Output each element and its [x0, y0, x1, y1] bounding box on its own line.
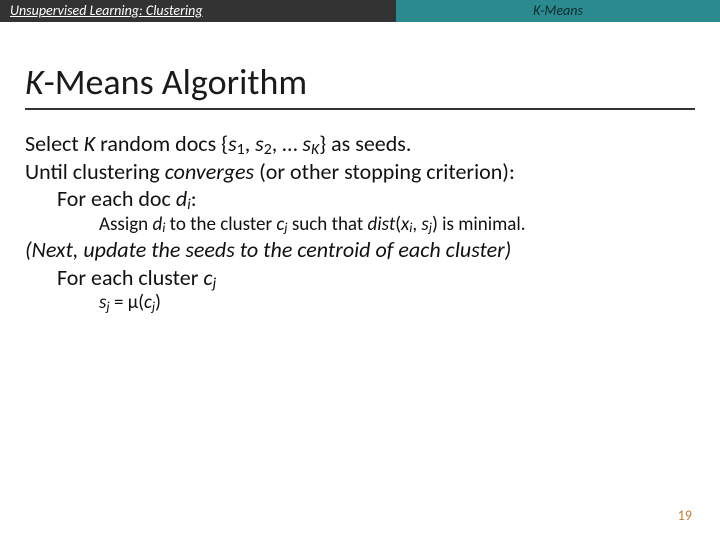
subscript: 1 [237, 140, 245, 159]
subscript-K: K [311, 140, 319, 159]
header-left: Unsupervised Learning: Clustering [0, 0, 396, 22]
subscript-i: i [187, 195, 191, 214]
header-bar: Unsupervised Learning: Clustering K-Mean… [0, 0, 720, 22]
var-s: s [228, 130, 237, 157]
slide-body: Select K random docs {s1, s2, … sK} as s… [25, 130, 695, 315]
text: to the cluster [165, 213, 276, 236]
subscript-i: i [409, 219, 412, 236]
title-italic-k: K [25, 60, 44, 104]
text: , … [272, 130, 303, 157]
header-right: K-Means [396, 0, 720, 22]
title-area: K-Means Algorithm [25, 60, 695, 110]
var-c: c [203, 264, 212, 291]
body-line-6: For each cluster cj [25, 264, 695, 292]
var-s: s [255, 130, 264, 157]
body-line-1: Select K random docs {s1, s2, … sK} as s… [25, 130, 695, 158]
subscript-j: j [213, 274, 217, 293]
body-line-4: Assign di to the cluster cj such that di… [25, 213, 695, 237]
var-x: x [401, 213, 409, 236]
body-line-2: Until clustering converges (or other sto… [25, 158, 695, 186]
slide-title: K-Means Algorithm [25, 60, 695, 104]
text: For each cluster [57, 264, 203, 291]
sym-mu: μ [128, 291, 138, 314]
subscript-j: j [152, 298, 155, 315]
text: such that [288, 213, 368, 236]
page-number: 19 [678, 507, 692, 524]
body-line-5: (Next, update the seeds to the centroid … [0, 236, 695, 264]
body-line-3: For each doc di: [25, 185, 695, 213]
text: ) [155, 291, 161, 314]
text: Select [25, 130, 84, 157]
text: , [245, 130, 255, 157]
text: ) is minimal. [432, 213, 525, 236]
var-d: d [176, 185, 187, 212]
text: Assign [99, 213, 152, 236]
var-c: c [144, 291, 152, 314]
var-K: K [84, 130, 95, 157]
subscript: 2 [264, 140, 272, 159]
subscript-j: j [106, 298, 109, 315]
subscript-j: j [284, 219, 287, 236]
var-s: s [421, 213, 428, 236]
emph-note: (Next, update the seeds to the centroid … [25, 236, 511, 263]
subscript-i: i [162, 219, 165, 236]
fn-dist: dist [368, 213, 396, 236]
text: = [110, 291, 128, 314]
text: } as seeds. [319, 130, 411, 157]
subscript-j: j [429, 219, 432, 236]
body-line-7: sj = μ(cj) [25, 291, 695, 315]
var-s: s [302, 130, 311, 157]
text: (or other stopping criterion): [254, 158, 515, 185]
title-rest: -Means Algorithm [44, 60, 307, 104]
text: For each doc [57, 185, 176, 212]
emph-converges: converges [165, 158, 254, 185]
var-d: d [152, 213, 162, 236]
text: Until clustering [25, 158, 165, 185]
text: : [191, 185, 197, 212]
text: random docs { [95, 130, 228, 157]
